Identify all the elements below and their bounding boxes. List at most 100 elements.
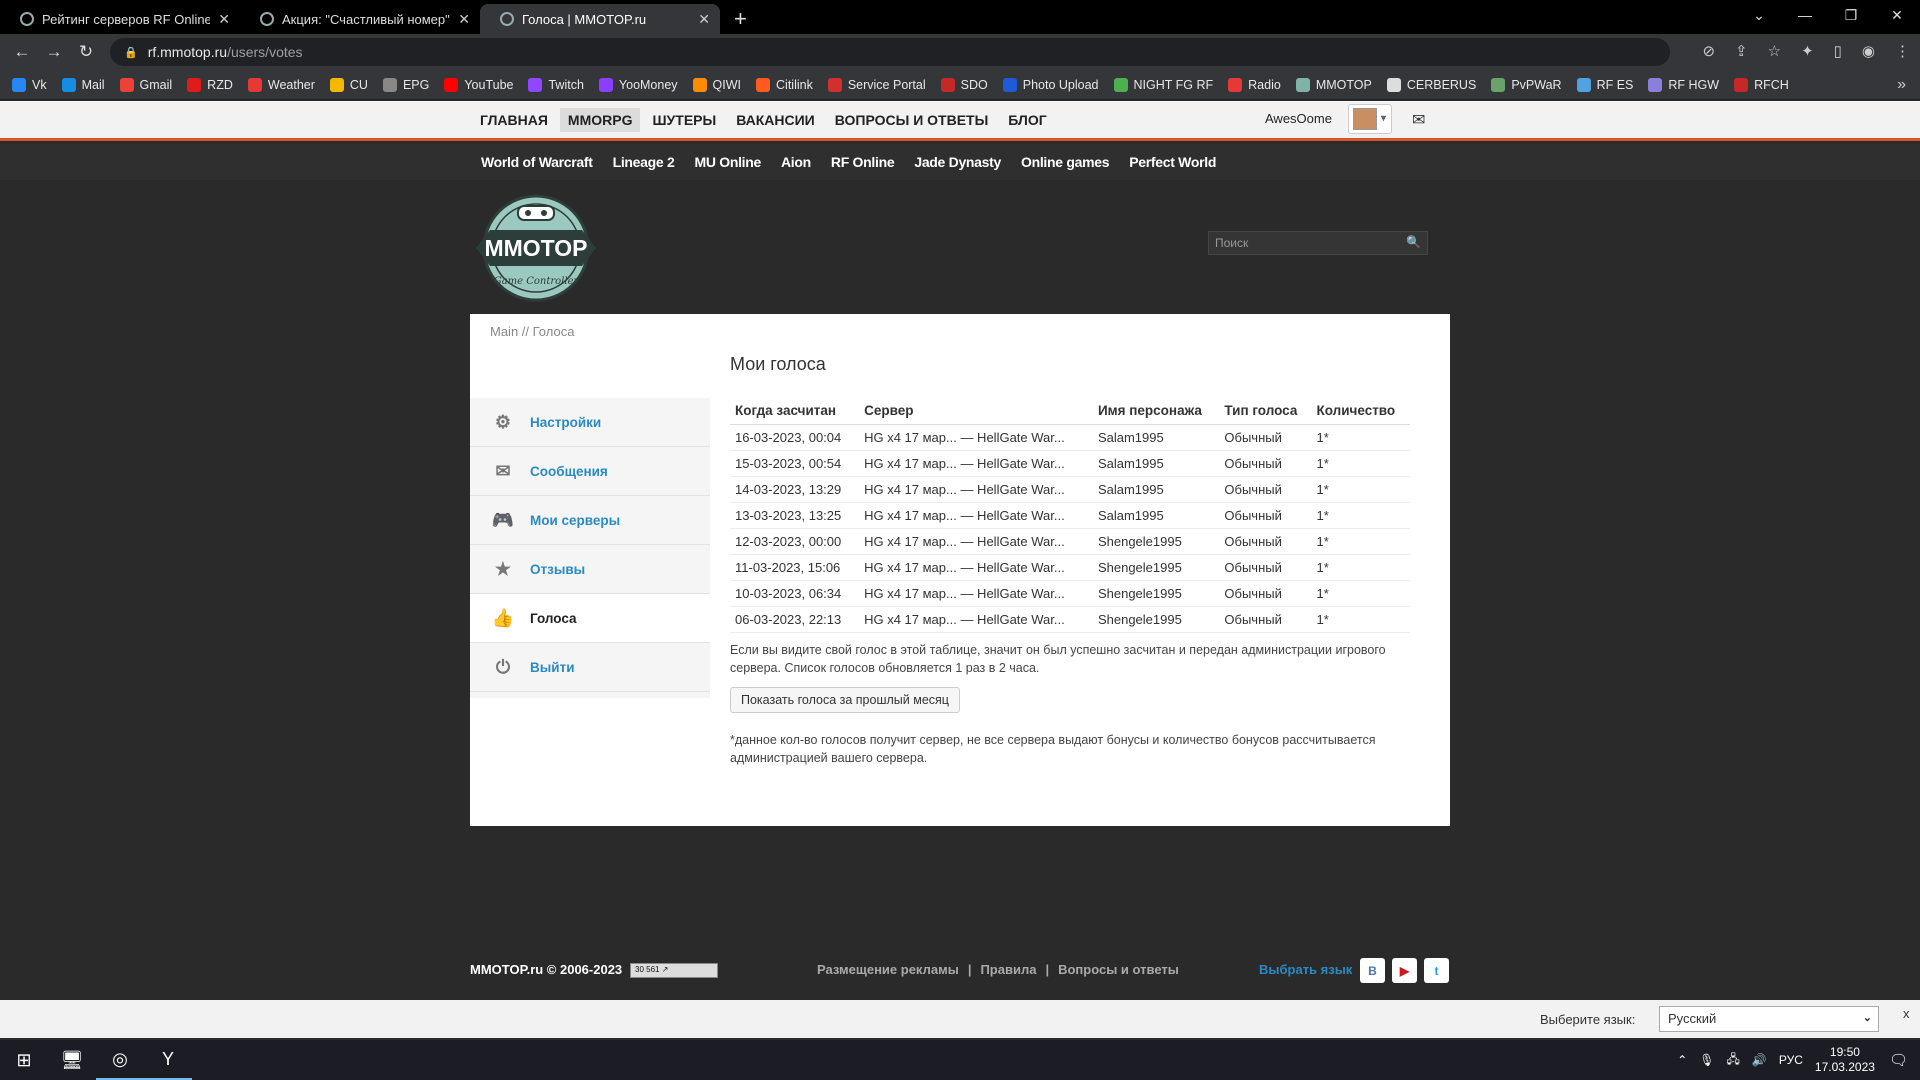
network-icon[interactable]: 🖧 [1727,1050,1740,1071]
app-icon[interactable]: 🖥 [48,1040,96,1080]
choose-language-link[interactable]: Выбрать язык [1259,962,1352,977]
chrome-icon[interactable]: ◎ [96,1040,144,1080]
bookmark-item[interactable]: YouTube [444,77,513,92]
new-tab-button[interactable]: + [734,8,747,30]
bookmark-item[interactable]: QIWI [692,77,741,92]
breadcrumb[interactable]: Main // Голоса [490,324,574,339]
table-cell[interactable]: HG x4 17 мар... — HellGate War... [859,554,1093,581]
microphone-icon[interactable]: 🎙 [1699,1053,1714,1067]
table-cell[interactable]: HG x4 17 мар... — HellGate War... [859,580,1093,607]
games-menu-item[interactable]: World of Warcraft [481,154,593,170]
back-icon[interactable]: ← [6,42,38,62]
clock[interactable]: 19:50 17.03.2023 [1815,1045,1875,1075]
bookmark-item[interactable]: MMOTOP [1295,77,1372,92]
menu-icon[interactable]: ⋮ [1895,42,1910,60]
mmotop-logo[interactable]: MMOTOP Game Controller [472,192,600,304]
search-input[interactable]: Поиск 🔍 [1208,231,1428,255]
minimize-button[interactable]: — [1782,0,1828,30]
bookmark-item[interactable]: Service Portal [827,77,926,92]
forward-icon[interactable]: → [38,42,70,62]
tab-search-icon[interactable]: ⌄ [1736,0,1782,30]
bookmark-item[interactable]: Weather [247,77,315,92]
bookmark-item[interactable]: CERBERUS [1386,77,1476,92]
table-cell[interactable]: HG x4 17 мар... — HellGate War... [859,424,1093,451]
side-panel-icon[interactable]: ▯ [1834,42,1842,60]
close-window-button[interactable]: ✕ [1874,0,1920,30]
url-field[interactable]: 🔒 rf.mmotop.ru/users/votes [110,38,1670,66]
tray-chevron-up-icon[interactable]: ⌃ [1677,1053,1687,1067]
games-menu-item[interactable]: MU Online [694,154,761,170]
top-menu-item[interactable]: MMORPG [559,107,641,132]
browser-tab[interactable]: Голоса | MMOTOP.ru ✕ [480,4,720,34]
sidebar-item[interactable]: 👍 Голоса [470,594,710,643]
top-menu-item[interactable]: БЛОГ [1000,108,1054,132]
input-language[interactable]: РУС [1779,1053,1803,1067]
top-menu-item[interactable]: ГЛАВНАЯ [472,108,556,132]
table-cell[interactable]: HG x4 17 мар... — HellGate War... [859,502,1093,529]
bookmark-item[interactable]: RF ES [1576,77,1633,92]
bookmark-item[interactable]: YooMoney [598,77,678,92]
search-icon[interactable]: 🔍 [1406,235,1421,249]
vk-icon[interactable]: В [1360,958,1385,983]
bookmark-item[interactable]: Mail [61,77,105,92]
bookmark-item[interactable]: Vk [12,77,47,92]
visit-counter[interactable]: 30 561 ↗ [630,963,718,978]
youtube-icon[interactable]: ▶ [1392,958,1417,983]
top-menu-item[interactable]: ВОПРОСЫ И ОТВЕТЫ [827,108,997,132]
browser-tab[interactable]: Рейтинг серверов RF Online | MMOTOP ✕ [0,4,240,34]
tab-close-icon[interactable]: ✕ [458,11,470,28]
bookmark-item[interactable]: Photo Upload [1002,77,1099,92]
bookmarks-overflow-icon[interactable]: » [1897,76,1906,94]
games-menu-item[interactable]: Jade Dynasty [914,154,1001,170]
footer-link[interactable]: Правила [980,962,1036,977]
share-icon[interactable]: ⇪ [1735,42,1748,60]
top-menu-item[interactable]: ВАКАНСИИ [728,108,823,132]
games-menu-item[interactable]: Perfect World [1129,154,1216,170]
bookmark-item[interactable]: RZD [187,77,233,92]
windows-start-icon[interactable]: ⊞ [0,1040,48,1080]
profile-avatar[interactable]: ◉ [1862,42,1875,60]
sidebar-item[interactable]: ⚙ Настройки [470,398,710,447]
close-language-bar-button[interactable]: x [1903,1006,1910,1021]
bookmark-item[interactable]: PvPWaR [1491,77,1562,92]
twitter-icon[interactable]: t [1424,958,1449,983]
show-previous-month-button[interactable]: Показать голоса за прошлый месяц [730,687,960,713]
envelope-icon[interactable]: ✉ [1412,110,1425,130]
yandex-icon[interactable]: Y [144,1040,192,1080]
bookmark-item[interactable]: CU [329,77,368,92]
user-avatar-dropdown[interactable]: ▾ [1348,104,1392,134]
volume-icon[interactable]: 🔊 [1752,1053,1767,1067]
extensions-icon[interactable]: ✦ [1801,42,1814,60]
games-menu-item[interactable]: Lineage 2 [613,154,675,170]
table-cell[interactable]: HG x4 17 мар... — HellGate War... [859,476,1093,503]
footer-link[interactable]: Размещение рекламы [817,962,959,977]
footer-link[interactable]: Вопросы и ответы [1058,962,1179,977]
sidebar-item[interactable]: ★ Отзывы [470,545,710,594]
bookmark-item[interactable]: RF HGW [1648,77,1719,92]
sidebar-item[interactable]: ⏻ Выйти [470,643,710,692]
bookmark-item[interactable]: NIGHT FG RF [1113,77,1213,92]
username[interactable]: AwesOome [1265,111,1332,126]
reload-icon[interactable]: ↻ [70,42,102,62]
games-menu-item[interactable]: Online games [1021,154,1110,170]
bookmark-item[interactable]: Radio [1228,77,1281,92]
restore-button[interactable]: ❐ [1828,0,1874,30]
bookmark-star-icon[interactable]: ☆ [1768,42,1781,60]
eye-off-icon[interactable]: ⊘ [1702,42,1715,60]
table-cell[interactable]: HG x4 17 мар... — HellGate War... [859,450,1093,477]
browser-tab[interactable]: Акция: "Счастливый номер" 1 тур ✕ [240,4,480,34]
top-menu-item[interactable]: ШУТЕРЫ [644,108,724,132]
sidebar-item[interactable]: 🎮 Мои серверы [470,496,710,545]
bookmark-item[interactable]: Twitch [528,77,584,92]
sidebar-item[interactable]: ✉ Сообщения [470,447,710,496]
bookmark-item[interactable]: SDO [940,77,988,92]
tab-close-icon[interactable]: ✕ [698,11,710,28]
lock-icon[interactable]: 🔒 [124,46,138,59]
bookmark-item[interactable]: Citilink [756,77,813,92]
table-cell[interactable]: HG x4 17 мар... — HellGate War... [859,528,1093,555]
language-select[interactable]: Русский ⌄ [1659,1006,1879,1032]
games-menu-item[interactable]: RF Online [831,154,895,170]
bookmark-item[interactable]: Gmail [119,77,172,92]
bookmark-item[interactable]: RFCH [1734,77,1789,92]
tab-close-icon[interactable]: ✕ [218,11,230,28]
